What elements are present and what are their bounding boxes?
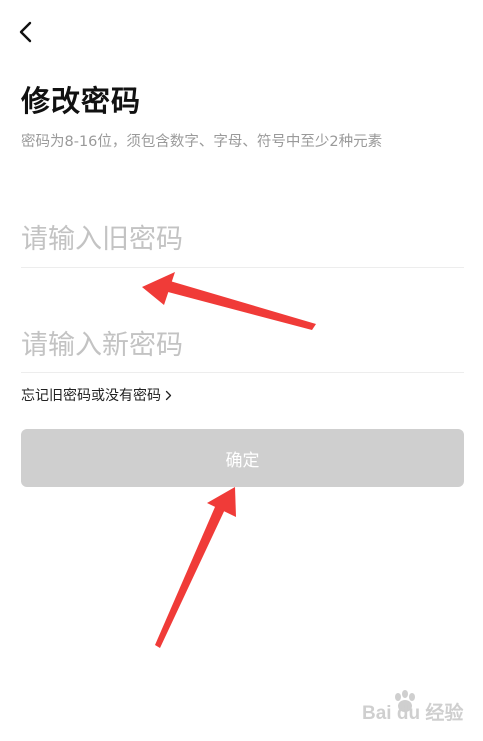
annotation-arrow-icon bbox=[155, 487, 236, 648]
old-password-input[interactable] bbox=[21, 214, 464, 264]
new-password-input[interactable] bbox=[21, 320, 464, 370]
page-title: 修改密码 bbox=[21, 84, 142, 118]
forgot-password-label: 忘记旧密码或没有密码 bbox=[21, 388, 161, 404]
forgot-password-link[interactable]: 忘记旧密码或没有密码 bbox=[21, 385, 172, 405]
confirm-button[interactable]: 确定 bbox=[21, 429, 464, 487]
chevron-right-icon bbox=[165, 390, 172, 400]
password-rule-hint: 密码为8-16位，须包含数字、字母、符号中至少2种元素 bbox=[21, 134, 383, 150]
new-password-divider bbox=[21, 372, 464, 373]
old-password-divider bbox=[21, 267, 464, 268]
baidu-watermark: Bai du 经验 bbox=[362, 690, 472, 730]
back-chevron-icon[interactable] bbox=[14, 18, 40, 46]
watermark-text: Bai du 经验 bbox=[362, 703, 464, 724]
